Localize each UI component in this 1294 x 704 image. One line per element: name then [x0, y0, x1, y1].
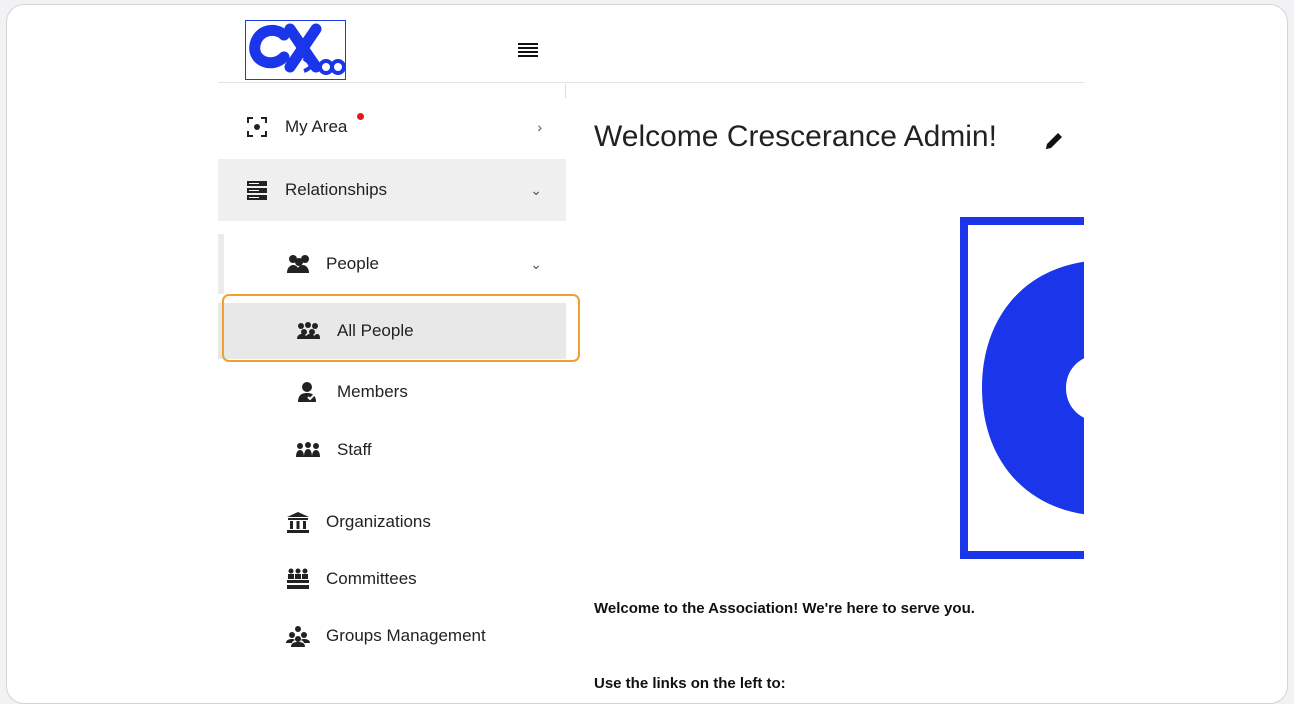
sidebar-item-label: Staff	[337, 440, 372, 459]
sidebar-item-all-people[interactable]: All People	[218, 303, 566, 359]
sidebar-item-staff[interactable]: Staff	[218, 425, 566, 475]
sidebar-item-label: Committees	[326, 569, 417, 588]
sidebar-item-people[interactable]: People ⌄	[218, 234, 566, 294]
sidebar-item-organizations[interactable]: Organizations	[218, 497, 566, 547]
main-content: Welcome Crescerance Admin! Welcome to th…	[586, 84, 1084, 703]
sidebar-item-relationships[interactable]: Relationships ⌄	[218, 159, 566, 221]
groups-icon	[286, 625, 310, 647]
focus-frame-icon	[245, 115, 269, 139]
committee-seats-icon	[286, 568, 310, 590]
sidebar-item-committees[interactable]: Committees	[218, 554, 566, 604]
sidebar-item-label: Relationships	[285, 180, 388, 199]
sidebar-item-label: My Area	[285, 117, 348, 136]
member-check-icon	[297, 381, 317, 403]
server-stack-icon	[246, 179, 268, 201]
sidebar-item-label: All People	[337, 321, 414, 340]
intro-text: Welcome to the Association! We're here t…	[594, 600, 975, 617]
staff-group-icon	[296, 441, 320, 459]
bank-building-icon	[286, 511, 310, 533]
hamburger-icon[interactable]	[518, 43, 538, 59]
app-container: My Area › Relationships ⌄ People ⌄ All P	[218, 5, 1084, 703]
chevron-down-icon: ⌄	[530, 255, 542, 272]
sidebar-item-label: Groups Management	[326, 626, 486, 645]
sidebar-item-label: Organizations	[326, 512, 431, 531]
chevron-down-icon: ⌄	[530, 181, 542, 198]
people-group-icon	[286, 253, 312, 275]
instructions-text: Use the links on the left to:	[594, 675, 786, 692]
chevron-right-icon: ›	[537, 119, 542, 135]
sidebar-item-label: People	[326, 254, 379, 273]
top-header	[218, 5, 1084, 83]
page-title: Welcome Crescerance Admin!	[594, 120, 997, 153]
browser-frame: My Area › Relationships ⌄ People ⌄ All P	[6, 4, 1288, 704]
sidebar-item-groups-management[interactable]: Groups Management	[218, 611, 566, 661]
sidebar-item-label: Members	[337, 382, 408, 401]
crowd-icon	[296, 321, 320, 341]
pencil-edit-icon[interactable]	[1043, 130, 1065, 152]
logo-graphic	[249, 23, 345, 75]
notification-dot	[357, 113, 364, 120]
sidebar-item-members[interactable]: Members	[218, 367, 566, 417]
divider	[565, 84, 566, 98]
association-logo-image	[960, 217, 1084, 559]
sidebar-item-my-area[interactable]: My Area ›	[218, 101, 566, 153]
logo[interactable]	[245, 20, 346, 80]
